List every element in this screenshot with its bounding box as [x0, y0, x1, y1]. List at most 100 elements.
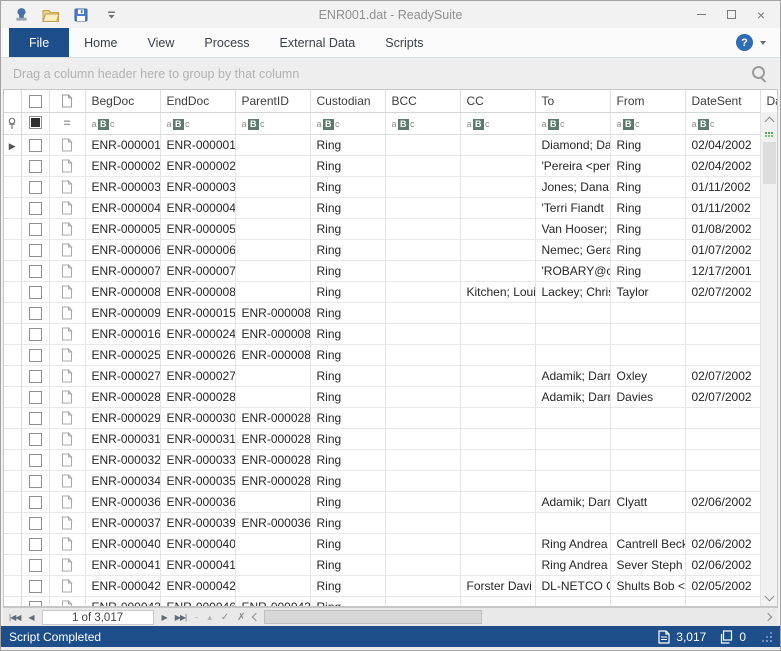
table-row[interactable]: ENR-000007 ENR-000007 Ring 'ROBARY@cs. R…: [4, 260, 777, 282]
grid-cell[interactable]: 'Pereira <per: [535, 155, 611, 177]
table-row[interactable]: ENR-000029 ENR-000030 ENR-000028 Ring: [4, 407, 777, 429]
grid-cell[interactable]: Adamik; Darr: [535, 491, 611, 513]
grid-cell[interactable]: [685, 344, 761, 366]
filter-filetype-cell[interactable]: =: [49, 112, 86, 135]
column-header-parentid[interactable]: ParentID: [235, 90, 311, 113]
filter-checkbox[interactable]: [28, 116, 42, 130]
grid-cell[interactable]: ENR-000031: [85, 428, 161, 450]
tab-process[interactable]: Process: [189, 28, 264, 57]
grid-cell[interactable]: Cantrell Beck: [610, 533, 686, 555]
grid-cell[interactable]: [610, 512, 686, 534]
grid-cell[interactable]: [385, 155, 461, 177]
grid-cell[interactable]: ENR-000028: [235, 407, 311, 429]
filetype-column-header[interactable]: [49, 90, 86, 113]
grid-cell[interactable]: Ring: [310, 365, 386, 387]
grid-cell[interactable]: Ring: [310, 239, 386, 261]
tab-home[interactable]: Home: [69, 28, 132, 57]
grid-cell[interactable]: ENR-000036: [85, 491, 161, 513]
grid-cell[interactable]: Lackey; Chris: [535, 281, 611, 303]
grid-cell[interactable]: [385, 302, 461, 324]
grid-cell[interactable]: 02/04/2002: [685, 155, 761, 177]
row-checkbox[interactable]: [28, 243, 42, 257]
grid-cell[interactable]: ENR-000026: [160, 344, 236, 366]
grid-cell[interactable]: [460, 596, 536, 606]
grid-cell[interactable]: Ring: [310, 176, 386, 198]
grid-cell[interactable]: Ring: [310, 302, 386, 324]
tab-scripts[interactable]: Scripts: [370, 28, 438, 57]
grid-cell[interactable]: [385, 512, 461, 534]
grid-cell[interactable]: [385, 491, 461, 513]
select-all-checkbox[interactable]: [28, 94, 42, 108]
grid-cell[interactable]: Ring: [610, 176, 686, 198]
grid-cell[interactable]: 01/11/2002: [685, 176, 761, 198]
grid-cell[interactable]: [535, 344, 611, 366]
grid-cell[interactable]: 02/05/2002: [685, 575, 761, 597]
grid-cell[interactable]: [535, 302, 611, 324]
grid-cell[interactable]: ENR-000003: [85, 176, 161, 198]
open-file-icon[interactable]: [39, 5, 63, 25]
grid-cell[interactable]: [235, 218, 311, 240]
grid-cell[interactable]: [385, 260, 461, 282]
grid-cell[interactable]: [610, 449, 686, 471]
grid-cell[interactable]: Ring: [310, 512, 386, 534]
grid-cell[interactable]: [460, 365, 536, 387]
grid-cell[interactable]: ENR-000042: [85, 575, 161, 597]
grid-cell[interactable]: Ring: [310, 428, 386, 450]
grid-cell[interactable]: Jones; Dana: [535, 176, 611, 198]
app-stamp-icon[interactable]: [9, 5, 33, 25]
grid-cell[interactable]: ENR-000006: [160, 239, 236, 261]
next-record-button[interactable]: ▶: [159, 613, 170, 622]
grid-cell[interactable]: Ring: [310, 491, 386, 513]
grid-cell[interactable]: [235, 260, 311, 282]
grid-cell[interactable]: ENR-000008: [160, 281, 236, 303]
row-checkbox[interactable]: [28, 495, 42, 509]
grid-cell[interactable]: 02/06/2002: [685, 491, 761, 513]
grid-cell[interactable]: Kitchen; Louis: [460, 281, 536, 303]
table-row[interactable]: ENR-000009 ENR-000015 ENR-000008 Ring: [4, 302, 777, 324]
table-row[interactable]: ENR-000008 ENR-000008 Ring Kitchen; Loui…: [4, 281, 777, 303]
grid-cell[interactable]: ENR-000041: [160, 554, 236, 576]
grid-cell[interactable]: ENR-000002: [160, 155, 236, 177]
grid-cell[interactable]: [535, 596, 611, 606]
grid-cell[interactable]: Ring: [310, 218, 386, 240]
row-checkbox[interactable]: [28, 138, 42, 152]
filter-cell[interactable]: aBc: [685, 112, 761, 135]
grid-cell[interactable]: Ring: [310, 533, 386, 555]
grid-cell[interactable]: [460, 407, 536, 429]
grid-cell[interactable]: [235, 386, 311, 408]
column-header-date[interactable]: Date: [760, 90, 777, 113]
scroll-down-icon[interactable]: [764, 591, 774, 602]
grid-cell[interactable]: [460, 176, 536, 198]
grid-cell[interactable]: [685, 512, 761, 534]
grid-cell[interactable]: [685, 302, 761, 324]
grid-cell[interactable]: [685, 470, 761, 492]
filter-cell[interactable]: aBc: [535, 112, 611, 135]
grid-cell[interactable]: [385, 365, 461, 387]
grid-cell[interactable]: Ring: [610, 218, 686, 240]
grid-cell[interactable]: ENR-000034: [85, 470, 161, 492]
table-row[interactable]: ▶ ENR-000001 ENR-000001 Ring Diamond; Da…: [4, 134, 777, 156]
grid-cell[interactable]: [460, 134, 536, 156]
grid-cell[interactable]: ENR-000007: [160, 260, 236, 282]
scroll-left-icon[interactable]: [248, 608, 264, 626]
last-record-button[interactable]: ▶▶|: [172, 613, 189, 622]
grid-cell[interactable]: 'ROBARY@cs.: [535, 260, 611, 282]
grid-cell[interactable]: ENR-000002: [85, 155, 161, 177]
grid-cell[interactable]: Ring: [310, 323, 386, 345]
row-checkbox[interactable]: [28, 306, 42, 320]
grid-cell[interactable]: ENR-000004: [85, 197, 161, 219]
grid-cell[interactable]: Ring: [610, 155, 686, 177]
grid-cell[interactable]: Van Hooser;: [535, 218, 611, 240]
row-checkbox[interactable]: [28, 453, 42, 467]
save-icon[interactable]: [69, 5, 93, 25]
grid-cell[interactable]: ENR-000036: [235, 512, 311, 534]
grid-cell[interactable]: Ring: [610, 260, 686, 282]
grid-cell[interactable]: ENR-000006: [85, 239, 161, 261]
grid-cell[interactable]: Ring: [310, 596, 386, 606]
qat-customize-icon[interactable]: [99, 5, 123, 25]
grid-cell[interactable]: Ring: [310, 470, 386, 492]
vertical-scrollbar-thumb[interactable]: [762, 142, 776, 184]
minimize-button[interactable]: [688, 5, 714, 25]
grid-cell[interactable]: Ring: [310, 554, 386, 576]
grid-cell[interactable]: Ring Andrea: [535, 554, 611, 576]
